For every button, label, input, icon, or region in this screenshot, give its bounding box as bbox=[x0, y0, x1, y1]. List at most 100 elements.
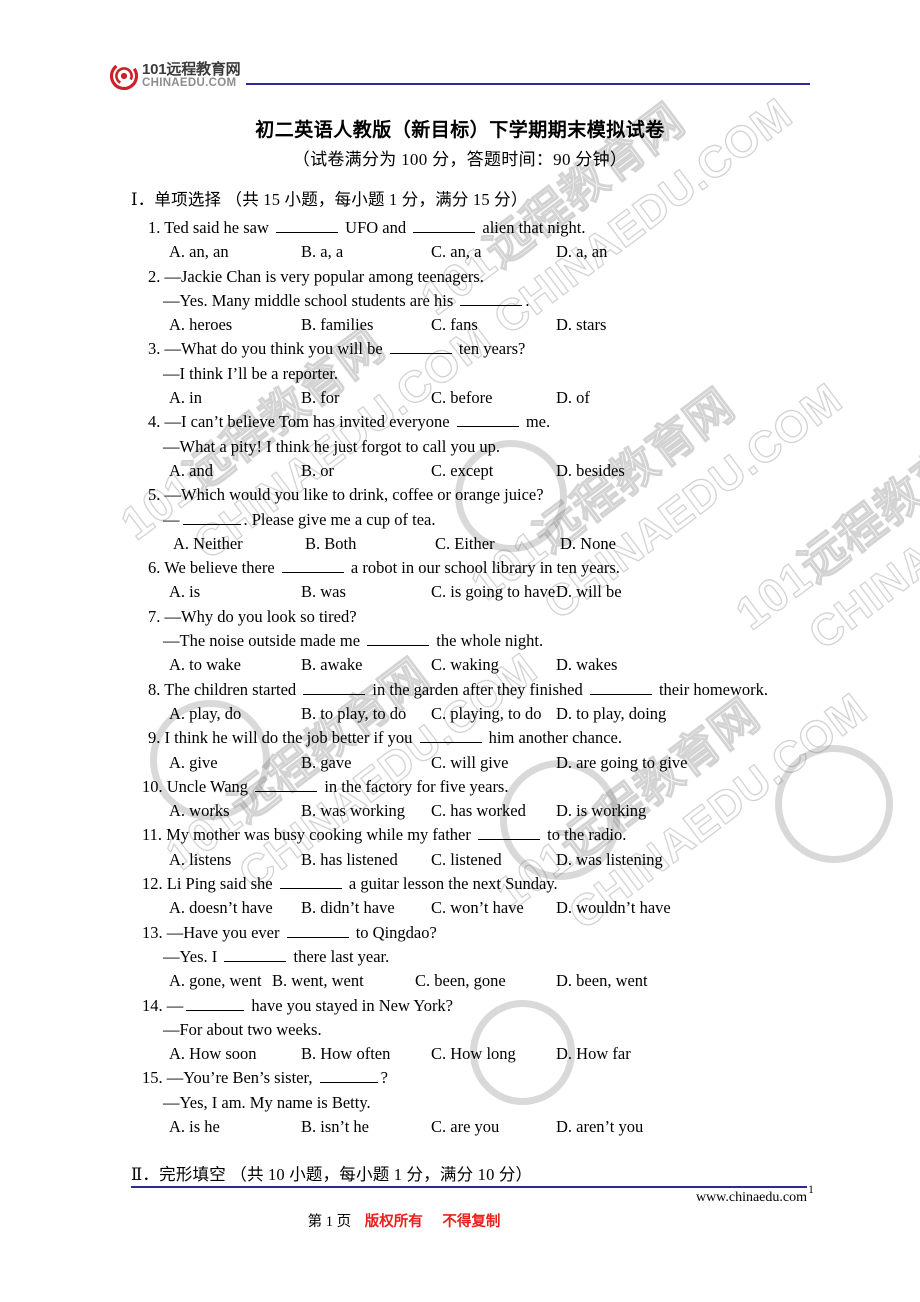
option-b[interactable]: B. isn’t he bbox=[301, 1115, 431, 1139]
answer-blank[interactable] bbox=[224, 948, 287, 962]
option-c[interactable]: C. listened bbox=[431, 848, 556, 872]
question-8: 8. The children started in the garden af… bbox=[131, 678, 831, 727]
option-d[interactable]: D. a, an bbox=[556, 240, 607, 264]
page-subtitle: （试卷满分为 100 分，答题时间：90 分钟） bbox=[292, 150, 628, 169]
option-a[interactable]: A. give bbox=[169, 751, 301, 775]
answer-blank[interactable] bbox=[182, 511, 241, 525]
option-d[interactable]: D. was listening bbox=[556, 848, 663, 872]
option-a[interactable]: A. heroes bbox=[169, 313, 301, 337]
option-row: A. an, an B. a, a C. an, a D. a, an bbox=[131, 240, 831, 264]
option-c[interactable]: C. an, a bbox=[431, 240, 556, 264]
option-d[interactable]: D. aren’t you bbox=[556, 1115, 643, 1139]
option-d[interactable]: D. wouldn’t have bbox=[556, 896, 671, 920]
stem-part: — bbox=[166, 995, 184, 1015]
option-c[interactable]: C. before bbox=[431, 386, 556, 410]
option-row: A. heroes B. families C. fans D. stars bbox=[131, 313, 831, 337]
option-b[interactable]: B. Both bbox=[305, 532, 435, 556]
option-b[interactable]: B. for bbox=[301, 386, 431, 410]
answer-blank[interactable] bbox=[255, 778, 318, 792]
answer-blank[interactable] bbox=[413, 219, 476, 233]
stem-part: —Have you ever bbox=[166, 922, 280, 942]
question-stem: 13. —Have you ever to Qingdao? bbox=[131, 921, 831, 945]
footer-rule bbox=[131, 1186, 807, 1188]
answer-blank[interactable] bbox=[389, 341, 452, 355]
question-number: 12. bbox=[142, 874, 163, 894]
option-c[interactable]: C. is going to have bbox=[431, 580, 556, 604]
answer-blank[interactable] bbox=[276, 219, 339, 233]
option-d[interactable]: D. will be bbox=[556, 580, 622, 604]
question-stem: 3. —What do you think you will be ten ye… bbox=[131, 337, 831, 361]
option-b[interactable]: B. families bbox=[301, 313, 431, 337]
option-a[interactable]: A. play, do bbox=[169, 702, 301, 726]
option-b[interactable]: B. or bbox=[301, 459, 431, 483]
option-c[interactable]: C. waking bbox=[431, 653, 556, 677]
option-a[interactable]: A. is bbox=[169, 580, 301, 604]
option-b[interactable]: B. gave bbox=[301, 751, 431, 775]
option-c[interactable]: C. are you bbox=[431, 1115, 556, 1139]
option-b[interactable]: B. was working bbox=[301, 799, 431, 823]
option-c[interactable]: C. playing, to do bbox=[431, 702, 556, 726]
option-b[interactable]: B. awake bbox=[301, 653, 431, 677]
option-d[interactable]: D. besides bbox=[556, 459, 625, 483]
option-a[interactable]: A. works bbox=[169, 799, 301, 823]
option-c[interactable]: C. will give bbox=[431, 751, 556, 775]
question-14: 14. — have you stayed in New York? —For … bbox=[131, 994, 831, 1067]
option-a[interactable]: A. in bbox=[169, 386, 301, 410]
option-b[interactable]: B. didn’t have bbox=[301, 896, 431, 920]
answer-blank[interactable] bbox=[419, 730, 482, 744]
question-stem: 1. Ted said he saw UFO and alien that ni… bbox=[131, 216, 831, 240]
option-a[interactable]: A. Neither bbox=[173, 532, 305, 556]
option-c[interactable]: C. Either bbox=[435, 532, 560, 556]
answer-blank[interactable] bbox=[589, 681, 652, 695]
option-b[interactable]: B. a, a bbox=[301, 240, 431, 264]
option-a[interactable]: A. gone, went bbox=[169, 969, 272, 993]
option-d[interactable]: D. been, went bbox=[556, 969, 648, 993]
stem-part: The children started bbox=[164, 679, 297, 699]
site-logo: 101远程教育网 CHINAEDU.COM bbox=[109, 61, 241, 91]
option-d[interactable]: D. None bbox=[560, 532, 616, 556]
option-c[interactable]: C. fans bbox=[431, 313, 556, 337]
answer-blank[interactable] bbox=[367, 633, 430, 647]
option-row: A. listens B. has listened C. listened D… bbox=[131, 848, 831, 872]
question-number: 6. bbox=[148, 558, 161, 578]
answer-blank[interactable] bbox=[279, 876, 342, 890]
question-stem: 9. I think he will do the job better if … bbox=[131, 726, 831, 750]
stem-part: their homework. bbox=[658, 679, 769, 699]
option-a[interactable]: A. to wake bbox=[169, 653, 301, 677]
option-d[interactable]: D. are going to give bbox=[556, 751, 688, 775]
option-d[interactable]: D. stars bbox=[556, 313, 606, 337]
option-d[interactable]: D. to play, doing bbox=[556, 702, 666, 726]
option-a[interactable]: A. and bbox=[169, 459, 301, 483]
option-c[interactable]: C. except bbox=[431, 459, 556, 483]
option-b[interactable]: B. went, went bbox=[272, 969, 415, 993]
option-a[interactable]: A. How soon bbox=[169, 1042, 301, 1066]
answer-blank[interactable] bbox=[460, 292, 523, 306]
option-a[interactable]: A. listens bbox=[169, 848, 301, 872]
answer-blank[interactable] bbox=[478, 827, 540, 841]
answer-blank[interactable] bbox=[319, 1070, 378, 1084]
answer-blank[interactable] bbox=[186, 997, 245, 1011]
option-c[interactable]: C. How long bbox=[431, 1042, 556, 1066]
option-b[interactable]: B. to play, to do bbox=[301, 702, 431, 726]
answer-blank[interactable] bbox=[281, 560, 344, 574]
option-b[interactable]: B. How often bbox=[301, 1042, 431, 1066]
logo-text-en: CHINAEDU.COM bbox=[142, 77, 237, 90]
option-c[interactable]: C. been, gone bbox=[415, 969, 556, 993]
option-c[interactable]: C. won’t have bbox=[431, 896, 556, 920]
option-b[interactable]: B. was bbox=[301, 580, 431, 604]
option-c[interactable]: C. has worked bbox=[431, 799, 556, 823]
option-a[interactable]: A. doesn’t have bbox=[169, 896, 301, 920]
question-4: 4. —I can’t believe Tom has invited ever… bbox=[131, 410, 831, 483]
option-a[interactable]: A. an, an bbox=[169, 240, 301, 264]
question-stem: 11. My mother was busy cooking while my … bbox=[131, 823, 831, 847]
option-b[interactable]: B. has listened bbox=[301, 848, 431, 872]
no-copy-label: 不得复制 bbox=[442, 1214, 501, 1230]
answer-blank[interactable] bbox=[286, 924, 349, 938]
answer-blank[interactable] bbox=[456, 414, 519, 428]
option-a[interactable]: A. is he bbox=[169, 1115, 301, 1139]
option-d[interactable]: D. How far bbox=[556, 1042, 631, 1066]
option-d[interactable]: D. is working bbox=[556, 799, 646, 823]
answer-blank[interactable] bbox=[303, 681, 366, 695]
option-d[interactable]: D. wakes bbox=[556, 653, 617, 677]
option-d[interactable]: D. of bbox=[556, 386, 590, 410]
